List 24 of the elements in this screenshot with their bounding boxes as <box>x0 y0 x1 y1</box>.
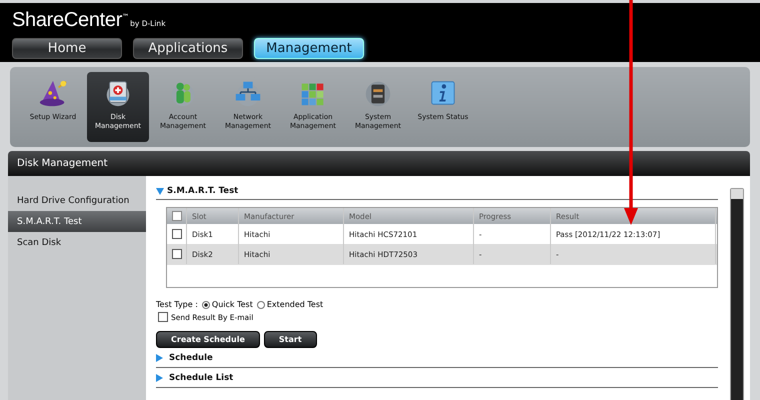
section-header[interactable]: Schedule List <box>156 371 718 388</box>
sidebar-item[interactable]: Scan Disk <box>8 232 146 253</box>
checkbox[interactable] <box>158 312 168 322</box>
action-button[interactable]: Create Schedule <box>156 331 260 348</box>
radio-option[interactable]: Quick Test <box>202 300 253 309</box>
select-all-checkbox[interactable] <box>172 211 182 221</box>
wizard-hat-icon <box>38 78 68 108</box>
row-checkbox[interactable] <box>172 229 182 239</box>
nav-tab[interactable]: Management <box>254 38 364 59</box>
section-header[interactable]: Schedule <box>156 351 718 368</box>
radio-option[interactable]: Extended Test <box>256 300 324 309</box>
panel-title: Disk Management <box>17 158 108 169</box>
sidebar-item[interactable]: S.M.A.R.T. Test <box>8 211 146 232</box>
section-header[interactable]: S.M.A.R.T. Test <box>156 186 718 200</box>
test-type-label: Test Type : <box>156 300 198 309</box>
row-checkbox[interactable] <box>172 249 182 259</box>
sidebar-item[interactable]: Hard Drive Configuration <box>8 190 146 211</box>
radio-button[interactable] <box>202 300 210 308</box>
logo-text: ShareCenter <box>12 9 122 32</box>
nav-tab[interactable]: Applications <box>133 38 243 59</box>
scrollbar[interactable] <box>730 188 744 400</box>
radio-button[interactable] <box>256 300 265 308</box>
action-button[interactable]: Start <box>264 331 317 348</box>
nav-tab[interactable]: Home <box>12 38 122 59</box>
